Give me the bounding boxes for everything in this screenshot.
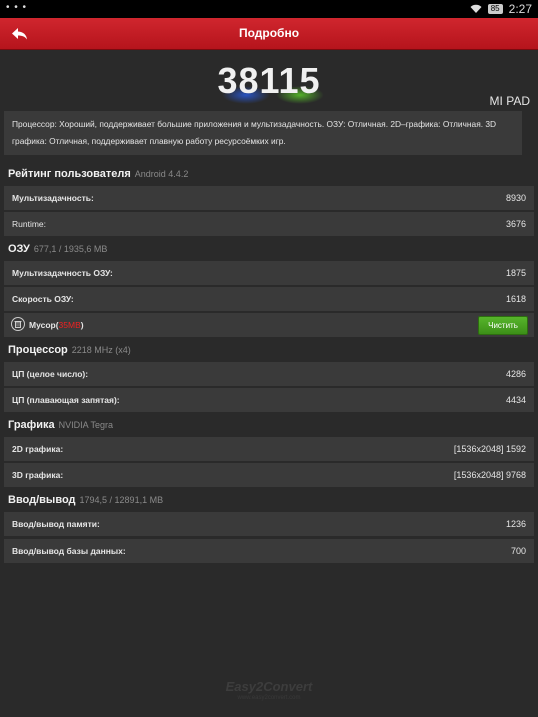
section-title-text: Процессор (8, 344, 68, 356)
row-label: Мультизадачность ОЗУ: (12, 268, 113, 278)
section-subtitle: 677,1 / 1935,6 MB (33, 244, 108, 254)
section-title: ОЗУ 677,1 / 1935,6 MB (8, 243, 107, 255)
section-cpu: Процессор 2218 MHz (x4) (4, 340, 534, 362)
section-graphics: Графика NVIDIA Tegra (4, 415, 534, 437)
row-label: Ввод/вывод базы данных: (12, 546, 126, 556)
clean-button[interactable]: Чистить (478, 316, 528, 335)
row-label: Скорость ОЗУ: (12, 294, 74, 304)
row-multitasking: Мультизадачность: 8930 (4, 186, 534, 211)
trash-icon (11, 317, 25, 331)
row-cpu-float: ЦП (плавающая запятая): 4434 (4, 388, 534, 413)
row-label: Ввод/вывод памяти: (12, 519, 100, 529)
row-value: 8930 (505, 193, 526, 203)
junk-size: 35MB (58, 320, 81, 330)
junk-label-text: Мусор( (29, 320, 59, 330)
row-value: 4434 (505, 395, 526, 405)
section-title-text: ОЗУ (8, 243, 30, 255)
section-title-text: Ввод/вывод (8, 494, 76, 506)
row-label: ЦП (плавающая запятая): (12, 395, 120, 405)
status-bar: • • • 85 2:27 (0, 0, 538, 18)
junk-label-close: ) (80, 320, 84, 330)
section-ram: ОЗУ 677,1 / 1935,6 MB (4, 239, 534, 261)
section-io: Ввод/вывод 1794,5 / 12891,1 MB (4, 490, 534, 512)
section-subtitle: NVIDIA Tegra (58, 420, 114, 430)
row-value: 4286 (505, 369, 526, 379)
section-subtitle: Android 4.4.2 (134, 169, 189, 179)
watermark: Easy2Convert (225, 679, 313, 694)
row-label: 3D графика: (12, 470, 64, 480)
section-user-rating: Рейтинг пользователя Android 4.4.2 (4, 164, 534, 186)
junk-label: Мусор(35MB) (29, 320, 84, 330)
section-subtitle: 1794,5 / 12891,1 MB (79, 495, 164, 505)
total-score: 38115 (217, 60, 321, 101)
battery-icon: 85 (487, 4, 503, 14)
row-db-io: Ввод/вывод базы данных: 700 (4, 539, 534, 564)
status-dots: • • • (6, 2, 28, 13)
section-title: Графика NVIDIA Tegra (8, 419, 113, 431)
section-subtitle: 2218 MHz (x4) (71, 345, 131, 355)
row-value: 700 (510, 546, 526, 556)
score-panel: 38115 (0, 56, 538, 108)
row-2d-graphics: 2D графика: [1536x2048] 1592 (4, 437, 534, 462)
row-memory-io: Ввод/вывод памяти: 1236 (4, 512, 534, 537)
row-junk: Мусор(35MB) Чистить (4, 313, 534, 338)
section-title: Ввод/вывод 1794,5 / 12891,1 MB (8, 494, 163, 506)
row-label: 2D графика: (12, 444, 64, 454)
row-label: Мультизадачность: (12, 193, 94, 203)
row-3d-graphics: 3D графика: [1536x2048] 9768 (4, 463, 534, 488)
row-ram-speed: Скорость ОЗУ: 1618 (4, 287, 534, 312)
row-label: Runtime: (12, 219, 47, 229)
row-runtime: Runtime: 3676 (4, 212, 534, 237)
section-title: Процессор 2218 MHz (x4) (8, 344, 131, 356)
watermark-url: www.easy2convert.com (237, 695, 301, 701)
device-name: MI PAD (489, 94, 530, 108)
row-cpu-integer: ЦП (целое число): 4286 (4, 362, 534, 387)
row-value: 1875 (505, 268, 526, 278)
app-bar: Подробно (0, 18, 538, 50)
row-value: 3676 (505, 219, 526, 229)
row-value: [1536x2048] 1592 (453, 444, 526, 454)
page-title: Подробно (238, 26, 300, 40)
section-title-text: Графика (8, 419, 55, 431)
wifi-icon (470, 4, 482, 13)
section-title: Рейтинг пользователя Android 4.4.2 (8, 168, 188, 180)
row-value: 1236 (505, 519, 526, 529)
row-ram-multitasking: Мультизадачность ОЗУ: 1875 (4, 261, 534, 286)
row-label: ЦП (целое число): (12, 369, 89, 379)
section-title-text: Рейтинг пользователя (8, 168, 131, 180)
summary-description: Процессор: Хороший, поддерживает большие… (4, 111, 522, 155)
row-value: [1536x2048] 9768 (453, 470, 526, 480)
row-value: 1618 (505, 294, 526, 304)
clock: 2:27 (508, 2, 532, 16)
